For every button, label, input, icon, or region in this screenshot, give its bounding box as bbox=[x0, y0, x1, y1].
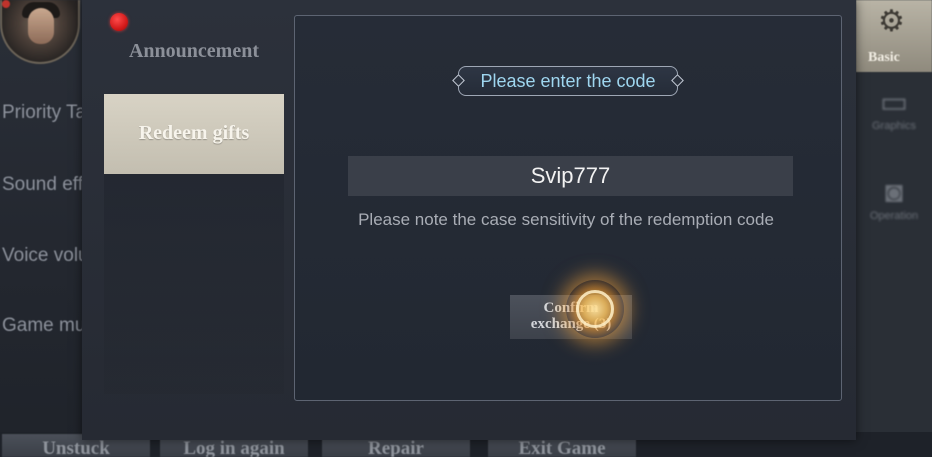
settings-sidebar bbox=[0, 0, 82, 457]
close-button[interactable] bbox=[110, 13, 128, 31]
tab-operation[interactable]: ◙ Operation bbox=[866, 176, 922, 222]
monitor-icon: ▭ bbox=[879, 86, 909, 119]
notification-dot bbox=[2, 0, 10, 8]
tab-operation-label: Operation bbox=[869, 210, 919, 222]
tab-announcement[interactable]: Announcement bbox=[104, 40, 284, 66]
tab-redeem-gifts[interactable]: Redeem gifts bbox=[104, 94, 284, 174]
case-sensitivity-note: Please note the case sensitivity of the … bbox=[358, 210, 774, 229]
tab-basic[interactable]: ⚙ Basic bbox=[856, 0, 932, 72]
code-prompt-banner: Please enter the code bbox=[452, 66, 684, 96]
tap-indicator-icon bbox=[566, 280, 624, 338]
tab-graphics[interactable]: ▭ Graphics bbox=[866, 86, 922, 132]
redemption-code-input[interactable] bbox=[348, 156, 793, 196]
tap-ring bbox=[576, 290, 614, 328]
avatar-face bbox=[28, 8, 54, 44]
code-prompt-text: Please enter the code bbox=[480, 71, 656, 91]
controller-icon: ◙ bbox=[884, 176, 904, 209]
tab-basic-label: Basic bbox=[868, 50, 900, 65]
tab-graphics-label: Graphics bbox=[871, 120, 917, 132]
gear-icon: ⚙ bbox=[878, 5, 905, 38]
